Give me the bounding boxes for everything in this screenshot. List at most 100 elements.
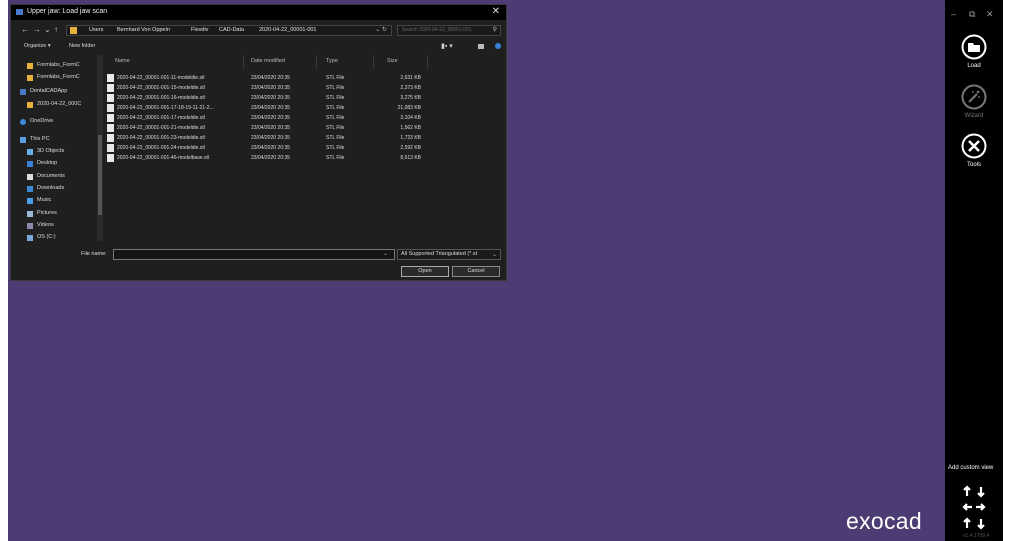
file-name: 2020-04-22_00001-001-16-modeldie.stl [117, 95, 205, 101]
file-name: 2020-04-22_00001-001-23-modeldie.stl [117, 135, 205, 141]
file-row[interactable]: 2020-04-22_00001-001-15-modeldie.stl 23/… [105, 83, 435, 93]
file-name: 2020-04-22_00001-001-46-modelbase.stl [117, 155, 210, 161]
cancel-button[interactable]: Cancel [452, 266, 500, 277]
open-button[interactable]: Open [401, 266, 449, 277]
command-bar: Organize ▾ New folder ▮▪ ▾ [11, 41, 506, 53]
wizard-label: Wizard [964, 113, 984, 119]
file-name: 2020-04-22_00001-001-11-modeldie.stl [117, 75, 205, 81]
new-folder-button[interactable]: New folder [69, 43, 95, 49]
nav-item-downloads[interactable]: Downloads [17, 184, 95, 194]
app-window: exocad – ⧉ ✕ Load Wizard Tools Add custo… [0, 0, 1010, 541]
address-bar[interactable]: Users Bernhard Von Oppeln Flexdiv CAD-Da… [66, 25, 392, 36]
close-app-button[interactable]: ✕ [986, 9, 994, 20]
add-custom-view-label[interactable]: Add custom view [948, 465, 993, 471]
search-box[interactable]: Search 2020-04-22_00001-001 ⚲ [397, 25, 501, 36]
nav-item-desktop[interactable]: Desktop [17, 159, 95, 169]
file-name-input[interactable] [113, 249, 395, 260]
nav-item-this-pc[interactable]: This PC [17, 135, 95, 145]
column-type[interactable]: Type [326, 58, 338, 64]
nav-item-label: 3D Objects [37, 148, 65, 154]
stl-file-icon [107, 154, 114, 162]
file-size: 1,562 KB [400, 125, 421, 131]
chevron-down-icon: ⌄ [491, 252, 497, 258]
file-date: 23/04/2020 20:35 [251, 105, 290, 111]
organize-menu[interactable]: Organize ▾ [24, 43, 51, 49]
breadcrumb-case-folder[interactable]: 2020-04-22_00001-001 [259, 27, 317, 33]
file-type-filter[interactable]: All Supported Triangulated (*.st ⌄ [397, 249, 501, 260]
file-row[interactable]: 2020-04-22_00001-001-17-18-19-11-21-2...… [105, 103, 435, 113]
forward-button[interactable]: → [33, 25, 41, 34]
folder-icon [27, 102, 33, 108]
folder-icon [27, 63, 33, 69]
column-separator [316, 55, 317, 69]
file-date: 23/04/2020 20:35 [251, 115, 290, 121]
chevron-down-icon[interactable]: ⌄ [383, 250, 388, 257]
preview-pane-icon[interactable] [478, 44, 484, 49]
refresh-icon[interactable]: ⌄ ↻ [375, 26, 387, 33]
help-icon[interactable] [495, 43, 501, 49]
music-icon [27, 198, 33, 204]
column-size[interactable]: Size [387, 58, 398, 64]
file-row[interactable]: 2020-04-22_00001-001-11-modeldie.stl 23/… [105, 73, 435, 83]
load-button[interactable]: Load [945, 34, 1003, 69]
up-button[interactable]: ↑ [54, 25, 58, 34]
nav-item-label: DentalCADApp [30, 88, 68, 94]
nav-item-label: Pictures [37, 210, 57, 216]
breadcrumb-flexdiv[interactable]: Flexdiv [191, 27, 208, 33]
stl-file-icon [107, 144, 114, 152]
file-name-row: File name: ⌄ All Supported Triangulated … [11, 248, 506, 262]
nav-item-pictures[interactable]: Pictures [17, 209, 95, 219]
file-type: STL File [326, 75, 345, 81]
back-button[interactable]: ← [21, 25, 29, 34]
nav-item-3d-objects[interactable]: 3D Objects [17, 147, 95, 157]
breadcrumb-user[interactable]: Bernhard Von Oppeln [117, 27, 170, 33]
file-size: 2,373 KB [400, 85, 421, 91]
nav-item-formlabs-1[interactable]: Formlabs_FormC [17, 61, 95, 71]
dialog-titlebar[interactable]: Upper jaw: Load jaw scan ✕ [11, 5, 506, 20]
nav-item-label: Videos [37, 222, 54, 228]
nav-item-onedrive[interactable]: OneDrive [17, 117, 95, 127]
file-date: 23/04/2020 20:35 [251, 95, 290, 101]
cube-icon [27, 149, 33, 155]
drive-icon [20, 89, 26, 95]
nav-item-videos[interactable]: Videos [17, 221, 95, 231]
breadcrumb-cad-data[interactable]: CAD-Data [219, 27, 244, 33]
file-row[interactable]: 2020-04-22_00001-001-23-modeldie.stl 23/… [105, 133, 435, 143]
file-row[interactable]: 2020-04-22_00001-001-17-modeldie.stl 23/… [105, 113, 435, 123]
picture-icon [27, 211, 33, 217]
change-view-icon[interactable]: ▮▪ ▾ [441, 42, 453, 50]
file-row[interactable]: 2020-04-22_00001-001-46-modelbase.stl 23… [105, 153, 435, 163]
column-name[interactable]: Name [115, 58, 130, 64]
file-row[interactable]: 2020-04-22_00001-001-16-modeldie.stl 23/… [105, 93, 435, 103]
nav-item-documents[interactable]: Documents [17, 172, 95, 182]
document-icon [27, 174, 33, 180]
nav-scroll-thumb[interactable] [98, 135, 102, 215]
nav-item-case-folder[interactable]: 2020-04-22_000C [17, 100, 95, 110]
nav-scrollbar[interactable] [97, 55, 103, 241]
breadcrumb-users[interactable]: Users [89, 27, 103, 33]
nav-item-music[interactable]: Music [17, 196, 95, 206]
nav-item-dentalcadapp[interactable]: DentalCADApp [17, 87, 95, 97]
nav-item-formlabs-2[interactable]: Formlabs_FormC [17, 73, 95, 83]
stl-file-icon [107, 104, 114, 112]
file-row[interactable]: 2020-04-22_00001-001-21-modeldie.stl 23/… [105, 123, 435, 133]
navigation-bar: ← → ⌄ ↑ Users Bernhard Von Oppeln Flexdi… [11, 22, 506, 38]
tools-button[interactable]: Tools [945, 133, 1003, 168]
file-row[interactable]: 2020-04-22_00001-001-24-modeldie.stl 23/… [105, 143, 435, 153]
view-direction-icon[interactable] [961, 484, 987, 530]
nav-item-os-c[interactable]: OS (C:) [17, 233, 95, 243]
recent-locations-button[interactable]: ⌄ [44, 25, 51, 34]
dialog-close-button[interactable]: ✕ [492, 6, 500, 17]
maximize-button[interactable]: ⧉ [969, 9, 975, 20]
file-date: 23/04/2020 20:35 [251, 135, 290, 141]
wizard-button[interactable]: Wizard [945, 84, 1003, 119]
file-date: 23/04/2020 20:35 [251, 75, 290, 81]
stl-file-icon [107, 84, 114, 92]
folder-icon [70, 27, 77, 34]
column-separator [427, 55, 428, 69]
minimize-button[interactable]: – [951, 9, 956, 19]
folder-icon [27, 75, 33, 81]
column-date[interactable]: Date modified [251, 58, 285, 64]
file-name: 2020-04-22_00001-001-24-modeldie.stl [117, 145, 205, 151]
file-size: 21,083 KB [397, 105, 421, 111]
